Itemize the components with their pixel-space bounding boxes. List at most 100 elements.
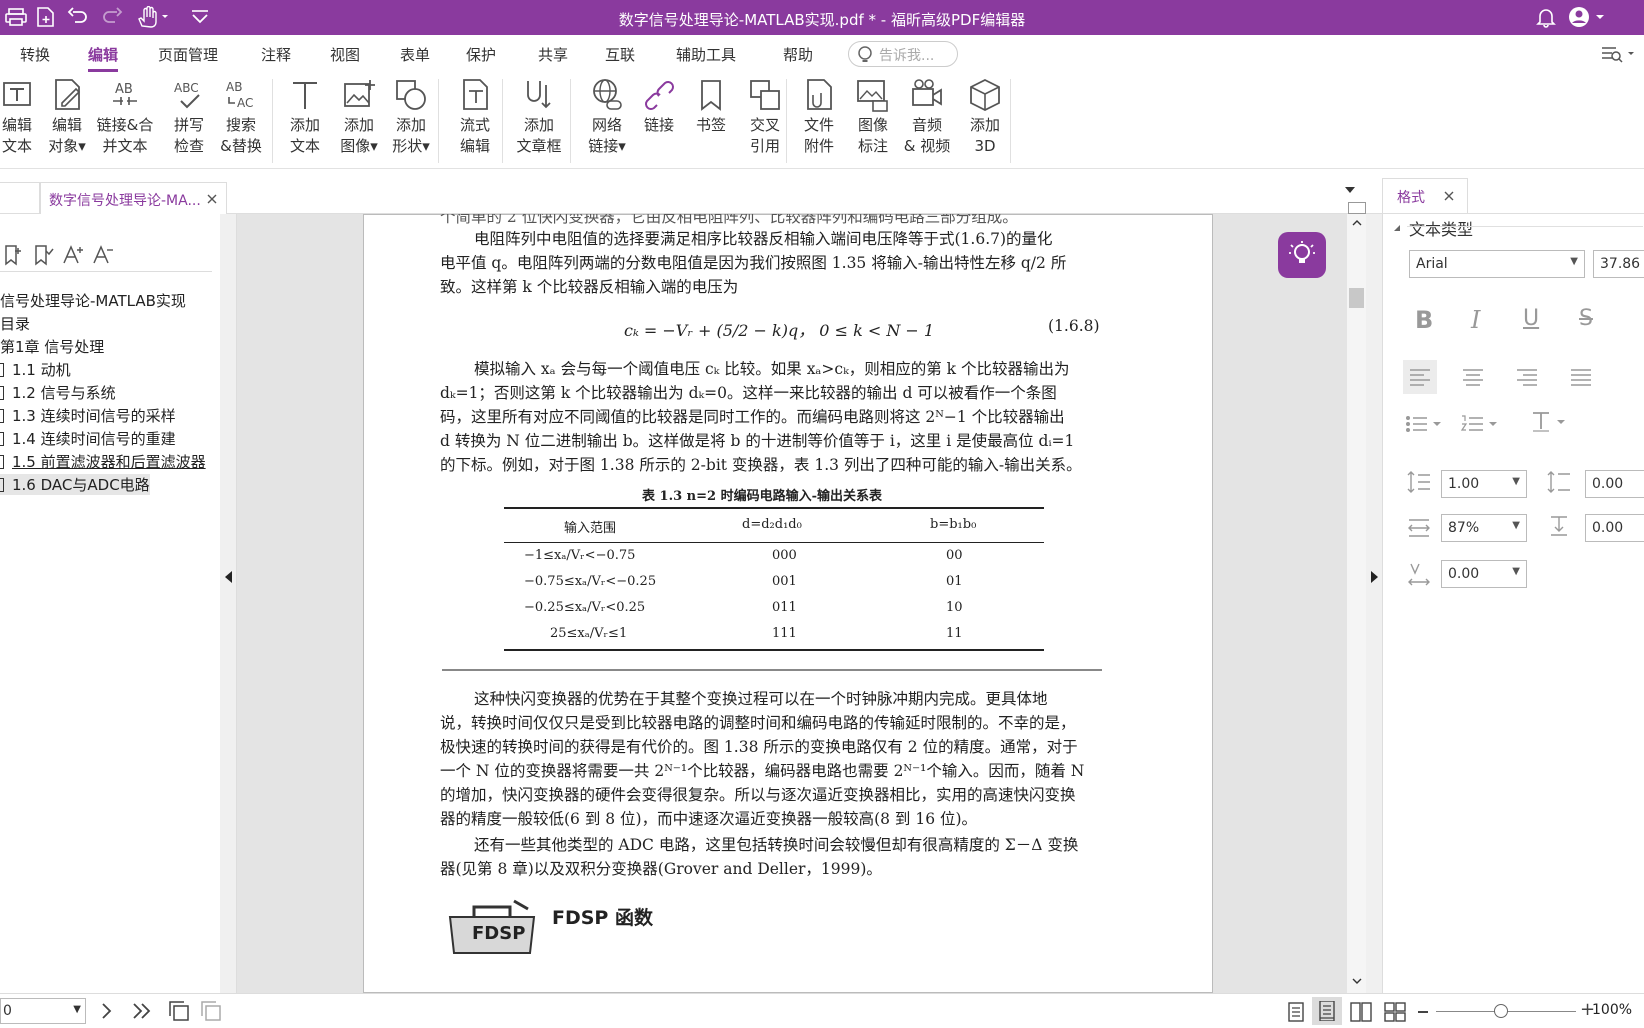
underline-icon[interactable]: U xyxy=(1523,306,1539,331)
ribbon-button-bookmark[interactable]: 书签 xyxy=(680,77,742,136)
single-page-view-icon[interactable] xyxy=(1286,1002,1306,1022)
scroll-top-button[interactable] xyxy=(1348,202,1366,214)
continuous-view-button[interactable] xyxy=(1312,997,1342,1025)
table-bottom-rule xyxy=(504,649,1044,651)
continuous-facing-view-icon[interactable] xyxy=(1384,1002,1406,1022)
scroll-down-icon[interactable] xyxy=(1352,978,1362,984)
close-format-panel-icon[interactable] xyxy=(1443,190,1455,202)
decrease-font-size-icon[interactable] xyxy=(92,244,114,266)
bookmark-item[interactable]: 信号处理导论-MATLAB实现 xyxy=(0,290,186,311)
collapse-left-panel[interactable] xyxy=(220,214,237,993)
tell-me-search[interactable]: 告诉我... xyxy=(848,41,958,67)
bookmark-item[interactable]: 1.3 连续时间信号的采样 xyxy=(0,405,176,426)
menu-tab-2[interactable]: 页面管理 xyxy=(158,44,218,65)
page-number-input[interactable]: 0 ▼ xyxy=(0,998,86,1024)
menu-tab-7[interactable]: 共享 xyxy=(538,44,568,65)
align-right-icon[interactable] xyxy=(1515,367,1539,387)
bookmark-item[interactable]: 第1章 信号处理 xyxy=(0,336,104,357)
ribbon-button-image-annotation[interactable]: 图像 标注 xyxy=(842,77,904,157)
previous-view-icon[interactable] xyxy=(168,1000,190,1022)
menu-tab-4[interactable]: 视图 xyxy=(330,44,360,65)
text-line: 码，这里所有对应不同阈值的比较器是同时工作的。而编码电路则将这 2ᴺ−1 个比较… xyxy=(440,408,1065,426)
menu-tab-3[interactable]: 注释 xyxy=(261,44,291,65)
italic-icon[interactable]: I xyxy=(1471,306,1480,334)
bold-icon[interactable]: B xyxy=(1415,306,1433,334)
close-tab-icon[interactable] xyxy=(206,193,218,205)
facing-view-icon[interactable] xyxy=(1350,1002,1372,1022)
zoom-slider-handle[interactable] xyxy=(1494,1004,1508,1018)
ribbon-button-audio-video[interactable]: 音频 & 视频 xyxy=(896,77,958,157)
align-left-button[interactable] xyxy=(1403,360,1437,394)
bookmark-item[interactable]: 1.2 信号与系统 xyxy=(0,382,116,403)
char-scale-select[interactable]: 87% ▼ xyxy=(1441,514,1527,542)
previous-tab[interactable] xyxy=(0,182,40,214)
table-cell: 111 xyxy=(772,626,797,641)
next-page-icon[interactable] xyxy=(100,1002,114,1020)
bookmark-item[interactable]: 1.1 动机 xyxy=(0,359,71,380)
vertical-scrollbar[interactable] xyxy=(1347,202,1366,993)
ribbon-button-add-3d[interactable]: 添加 3D xyxy=(954,77,1016,157)
scroll-up-icon[interactable] xyxy=(1352,220,1362,226)
increase-font-size-icon[interactable] xyxy=(62,244,84,266)
ribbon-button-flow-edit[interactable]: 流式 编辑 xyxy=(444,77,506,157)
ribbon-separator xyxy=(438,79,439,163)
numbered-list-icon[interactable] xyxy=(1461,414,1501,434)
strikethrough-icon[interactable]: S xyxy=(1579,306,1593,331)
pdf-page[interactable]: 个简单的 2 位快闪变换器，它由反相电阻阵列、比较器阵列和编码电路三部分组成。 … xyxy=(363,214,1213,993)
ribbon-button-add-text[interactable]: 添加 文本 xyxy=(274,77,336,157)
font-family-select[interactable]: Arial ▼ xyxy=(1409,250,1585,278)
menu-tab-8[interactable]: 互联 xyxy=(605,44,635,65)
menu-tab-5[interactable]: 表单 xyxy=(400,44,430,65)
menu-tab-6[interactable]: 保护 xyxy=(466,44,496,65)
tab-list-dropdown-icon[interactable] xyxy=(1343,185,1357,195)
section-collapse-icon[interactable] xyxy=(1393,224,1401,232)
ribbon-button-add-article[interactable]: 添加 文章框 xyxy=(508,77,570,157)
user-account-icon[interactable] xyxy=(1568,6,1608,28)
format-panel-tab[interactable]: 格式 xyxy=(1382,178,1468,213)
align-center-icon[interactable] xyxy=(1461,367,1485,387)
bookmark-item[interactable]: 目录 xyxy=(0,313,30,334)
window-title: 数字信号处理导论-MATLAB实现.pdf * - 福昕高级PDF编辑器 xyxy=(618,11,1026,29)
menu-tab-1[interactable]: 编辑 xyxy=(88,44,119,72)
document-viewer[interactable]: 个简单的 2 位快闪变换器，它由反相电阻阵列、比较器阵列和编码电路三部分组成。 … xyxy=(237,214,1347,993)
justify-icon[interactable] xyxy=(1569,367,1593,387)
notification-bell-icon[interactable] xyxy=(1534,6,1558,28)
tips-button[interactable] xyxy=(1278,232,1326,278)
baseline-offset-input[interactable]: 0.00 xyxy=(1585,514,1644,542)
table-cell: 10 xyxy=(946,600,963,615)
line-spacing-select[interactable]: 1.00 ▼ xyxy=(1441,470,1527,498)
char-spacing-select[interactable]: 0.00 ▼ xyxy=(1441,560,1527,588)
ribbon-button-add-shape[interactable]: 添加 形状▾ xyxy=(380,77,442,157)
bookmark-item[interactable]: 1.6 DAC与ADC电路 xyxy=(0,474,150,495)
scroll-thumb[interactable] xyxy=(1349,288,1364,308)
dropdown-arrow-icon: ▼ xyxy=(1512,520,1520,531)
menu-tab-9[interactable]: 辅助工具 xyxy=(676,44,736,65)
text-direction-icon[interactable] xyxy=(1531,410,1571,434)
next-view-icon[interactable] xyxy=(200,1000,222,1022)
page-dropdown-icon[interactable]: ▼ xyxy=(73,1004,81,1015)
bookmark-item[interactable]: 1.4 连续时间信号的重建 xyxy=(0,428,176,449)
dropdown-arrow-icon: ▼ xyxy=(1570,256,1578,267)
add-bookmark-icon[interactable] xyxy=(2,244,24,266)
table-cell: 11 xyxy=(946,626,963,641)
document-tab[interactable]: 数字信号处理导论-MA... xyxy=(40,182,227,214)
zoom-level[interactable]: 100% xyxy=(1592,1002,1632,1018)
ribbon-button-search-replace[interactable]: AB AC 搜索 &替换 xyxy=(210,77,272,157)
paragraph-spacing-input[interactable]: 0.00 xyxy=(1585,470,1644,498)
bullet-list-icon[interactable] xyxy=(1405,414,1445,434)
ribbon-button-file-attachment[interactable]: 文件 附件 xyxy=(788,77,850,157)
zoom-out-icon[interactable] xyxy=(1418,1011,1428,1013)
ribbon-button-link-merge-text[interactable]: AB 链接&合 并文本 xyxy=(94,77,156,157)
bookmark-options-icon[interactable] xyxy=(32,244,54,266)
font-size-input[interactable]: 37.86 xyxy=(1593,250,1644,278)
menu-tab-10[interactable]: 帮助 xyxy=(783,44,813,65)
menu-tab-0[interactable]: 转换 xyxy=(20,44,50,65)
text-line: 说，转换时间仅仅只是受到比较器电路的调整时间和编码电路的传输延时限制的。不幸的是… xyxy=(440,714,1076,732)
last-page-icon[interactable] xyxy=(132,1002,152,1020)
ribbon-button-edit-object[interactable]: 编辑 对象▾ xyxy=(36,77,98,157)
bookmark-item[interactable]: 1.5 前置滤波器和后置滤波器 xyxy=(0,451,206,472)
collapse-right-panel[interactable] xyxy=(1366,214,1382,993)
baseline-offset-value: 0.00 xyxy=(1592,520,1624,536)
ribbon-display-options-icon[interactable] xyxy=(1600,43,1640,65)
text-line: 的增加，快闪变换器的硬件会变得很复杂。所以与逐次逼近变换器相比，实用的高速快闪变… xyxy=(440,786,1076,804)
